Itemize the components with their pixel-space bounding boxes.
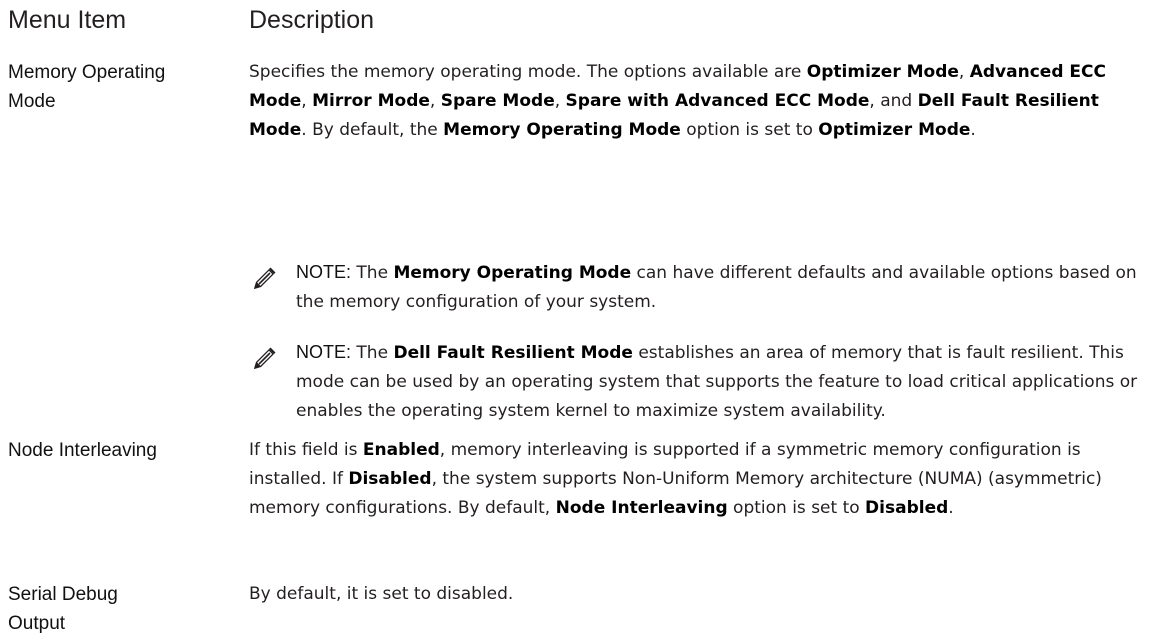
description-serial-debug-output: By default, it is set to disabled. (249, 584, 514, 604)
table-row-serial-debug-output: Serial Debug Output By default, it is se… (0, 580, 1167, 642)
table-header: Menu Item Description (0, 4, 1167, 40)
option-spare-advanced-ecc-mode: Spare with Advanced ECC Mode (565, 91, 870, 111)
pencil-note-icon (254, 347, 276, 369)
default-value: Optimizer Mode (818, 120, 971, 140)
option-optimizer-mode: Optimizer Mode (806, 62, 959, 82)
description-column-header: Description (249, 6, 375, 34)
option-mirror-mode: Mirror Mode (312, 91, 430, 111)
note-text: NOTE: The Memory Operating Mode can have… (296, 262, 1137, 312)
menu-item-serial-debug-output: Serial Debug Output (8, 580, 233, 638)
note-label: NOTE: (296, 262, 352, 282)
menu-item-label-line2: Mode (8, 91, 56, 112)
note-text: NOTE: The Dell Fault Resilient Mode esta… (296, 342, 1138, 421)
table-row-memory-operating-mode: Memory Operating Mode Specifies the memo… (0, 58, 1167, 421)
menu-item-label-line1: Serial Debug (8, 584, 118, 605)
menu-item-label-line1: Memory Operating (8, 62, 166, 83)
menu-item-memory-operating-mode: Memory Operating Mode (8, 58, 233, 116)
note-label: NOTE: (296, 342, 352, 362)
setting-name: Memory Operating Mode (443, 120, 681, 140)
pencil-note-icon (254, 267, 276, 289)
description-node-interleaving: If this field is Enabled, memory interle… (249, 440, 1102, 518)
menu-item-column-header: Menu Item (8, 6, 127, 34)
table-row-node-interleaving: Node Interleaving If this field is Enabl… (0, 436, 1167, 566)
menu-item-node-interleaving: Node Interleaving (8, 440, 157, 461)
option-spare-mode: Spare Mode (440, 91, 555, 111)
menu-item-label-line2: Output (8, 613, 66, 634)
description-memory-operating-mode: Specifies the memory operating mode. The… (249, 62, 1106, 140)
